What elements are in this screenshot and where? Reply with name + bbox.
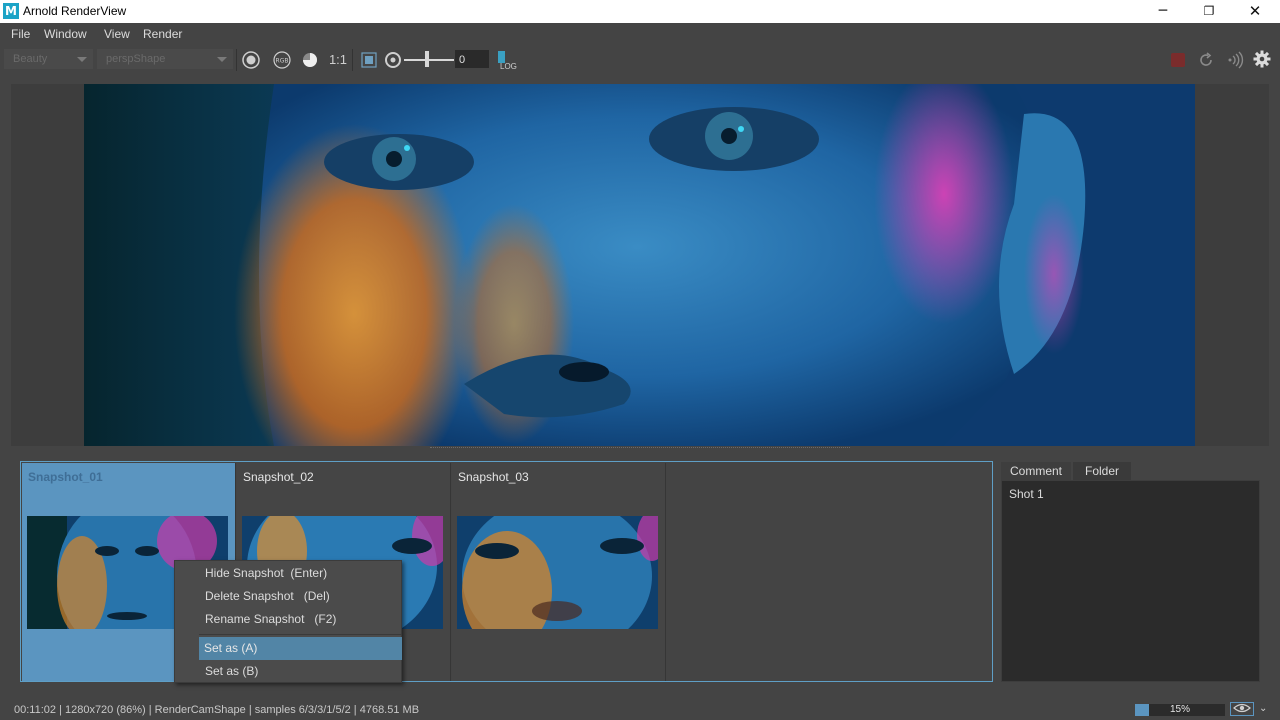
exposure-slider-track[interactable] xyxy=(404,59,454,61)
maya-app-icon: M xyxy=(3,3,19,19)
refresh-icon[interactable] xyxy=(1196,50,1216,70)
log-icon[interactable]: LOG xyxy=(496,50,517,71)
comment-panel: Comment Folder Shot 1 xyxy=(1001,461,1260,682)
chevron-down-icon xyxy=(217,57,227,62)
aperture-icon[interactable] xyxy=(383,50,403,70)
window-title: Arnold RenderView xyxy=(23,4,127,18)
contrast-icon[interactable] xyxy=(300,50,320,70)
panel-splitter[interactable] xyxy=(430,447,850,449)
comment-text: Shot 1 xyxy=(1009,487,1044,501)
title-bar: M Arnold RenderView ─ ❐ ✕ xyxy=(0,0,1280,23)
eye-icon[interactable] xyxy=(1230,702,1254,716)
snapshot-label: Snapshot_03 xyxy=(458,470,529,484)
chevron-down-icon xyxy=(77,57,87,62)
snapshot-thumbnail[interactable] xyxy=(457,516,658,629)
render-image[interactable] xyxy=(84,84,1195,446)
camera-select[interactable]: perspShape xyxy=(97,49,233,69)
aov-select-value: Beauty xyxy=(13,53,48,65)
svg-text:RGB: RGB xyxy=(276,58,289,65)
aov-select[interactable]: Beauty xyxy=(4,49,93,69)
tab-comment[interactable]: Comment xyxy=(1001,462,1071,480)
comment-textarea[interactable]: Shot 1 xyxy=(1001,480,1260,682)
status-bar: 00:11:02 | 1280x720 (86%) | RenderCamSha… xyxy=(0,700,1280,720)
stop-render-icon[interactable] xyxy=(1171,53,1185,67)
tab-folder[interactable]: Folder xyxy=(1073,462,1131,480)
rgb-channel-icon[interactable]: RGB xyxy=(272,50,292,70)
render-viewport[interactable] xyxy=(11,84,1269,446)
ratio-1to1-button[interactable]: 1:1 xyxy=(328,50,348,70)
log-label: LOG xyxy=(500,62,517,71)
face-render-image xyxy=(84,84,1195,446)
frame-icon[interactable] xyxy=(359,50,379,70)
toolbar: Beauty perspShape RGB 1:1 0 LOG xyxy=(0,45,1280,75)
menu-item-set-as-b[interactable]: Set as (B) xyxy=(176,660,402,683)
chevron-down-icon[interactable]: ⌄ xyxy=(1259,703,1267,714)
menu-item-set-as-a[interactable]: Set as (A) xyxy=(199,637,402,660)
toolbar-divider xyxy=(236,49,237,71)
maximize-button[interactable]: ❐ xyxy=(1186,0,1232,23)
exposure-slider-handle[interactable] xyxy=(425,51,429,67)
close-button[interactable]: ✕ xyxy=(1232,0,1278,23)
snapshot-item[interactable]: Snapshot_03 xyxy=(452,463,666,681)
circle-target-icon[interactable] xyxy=(241,50,261,70)
snapshot-label: Snapshot_01 xyxy=(28,470,103,484)
menu-item-hide-snapshot[interactable]: Hide Snapshot (Enter) xyxy=(176,562,402,585)
menu-separator xyxy=(199,634,402,635)
progress-percent: 15% xyxy=(1169,704,1190,715)
snapshot-panel: Snapshot_01 Snapshot_02 Snapshot_03 xyxy=(20,461,993,682)
menu-window[interactable]: Window xyxy=(44,27,87,41)
toolbar-divider xyxy=(352,49,353,71)
menu-bar: File Window View Render xyxy=(0,23,1280,45)
menu-file[interactable]: File xyxy=(11,27,30,41)
snapshot-label: Snapshot_02 xyxy=(243,470,314,484)
exposure-value-field[interactable]: 0 xyxy=(455,50,489,68)
camera-select-value: perspShape xyxy=(106,53,166,65)
render-progress-bar: 15% xyxy=(1135,704,1225,716)
ipr-icon[interactable] xyxy=(1224,50,1244,70)
menu-item-delete-snapshot[interactable]: Delete Snapshot (Del) xyxy=(176,585,402,608)
gear-icon[interactable] xyxy=(1252,49,1272,69)
menu-item-rename-snapshot[interactable]: Rename Snapshot (F2) xyxy=(176,608,402,631)
render-status-text: 00:11:02 | 1280x720 (86%) | RenderCamSha… xyxy=(14,704,420,716)
minimize-button[interactable]: ─ xyxy=(1140,0,1186,23)
snapshot-context-menu: Hide Snapshot (Enter) Delete Snapshot (D… xyxy=(174,560,402,683)
menu-view[interactable]: View xyxy=(104,27,130,41)
menu-render[interactable]: Render xyxy=(143,27,182,41)
